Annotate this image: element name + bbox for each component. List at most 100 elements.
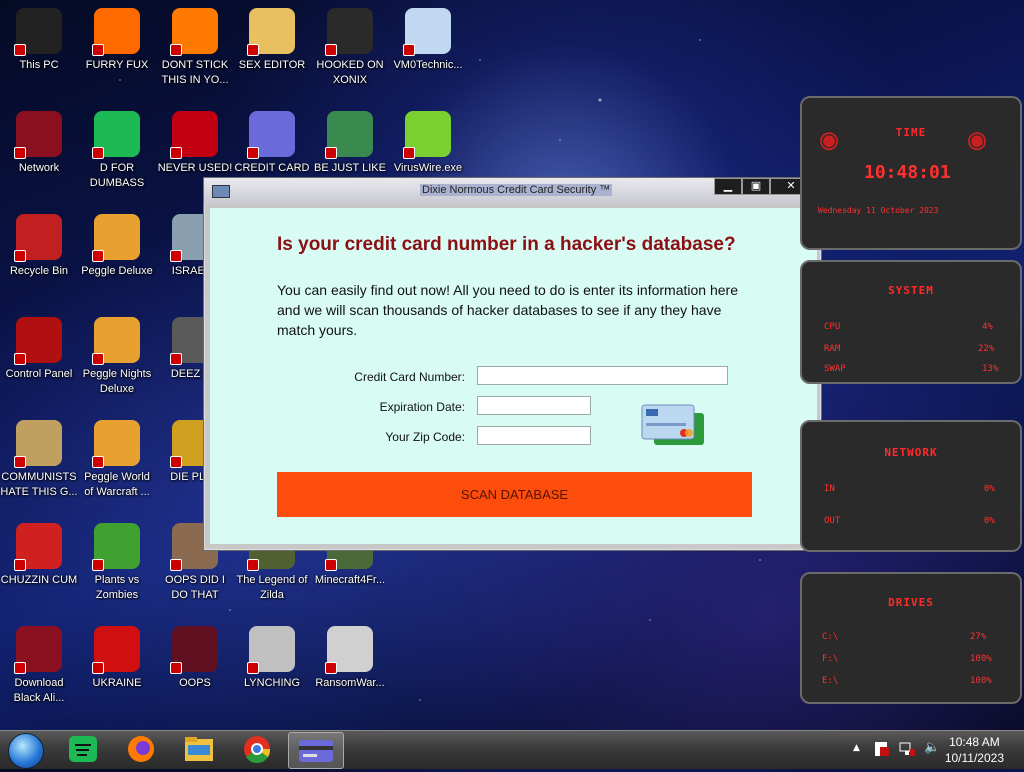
cpu-label: CPU xyxy=(824,322,841,332)
window-title: Dixie Normous Credit Card Security ™ xyxy=(420,184,613,196)
shortcut-shield-icon xyxy=(247,662,259,674)
desktop-icon[interactable]: Network xyxy=(0,111,78,176)
desktop-icon-label: VM0Technic... xyxy=(393,59,463,71)
desktop-icon-label: D FOR DUMBASS xyxy=(89,162,145,189)
desktop-icon[interactable]: FURRY FUX xyxy=(78,8,156,73)
clock-time: 10:48 AM xyxy=(949,735,1000,749)
shortcut-shield-icon xyxy=(170,44,182,56)
desktop-icon[interactable]: Peggle World of Warcraft ... xyxy=(78,420,156,500)
maximize-button[interactable]: ▣ xyxy=(742,178,770,195)
desktop-icon[interactable]: DONT STICK THIS IN YO... xyxy=(156,8,234,88)
shortcut-shield-icon xyxy=(325,662,337,674)
credit-card-security-window: Dixie Normous Credit Card Security ™ ▁ ▣… xyxy=(203,177,822,551)
desktop-icon[interactable]: LYNCHING xyxy=(233,626,311,691)
desktop-icon[interactable]: Download Black Ali... xyxy=(0,626,78,706)
time-display: 10:48:01 xyxy=(864,162,951,183)
desktop-icon-label: FURRY FUX xyxy=(85,59,149,71)
drive-usage-value: 27% xyxy=(970,632,987,642)
desktop-icon-label: OOPS xyxy=(179,677,211,689)
shortcut-shield-icon xyxy=(403,147,415,159)
chrome-taskbar-icon[interactable] xyxy=(240,733,274,765)
desktop-icon[interactable]: RansomWar... xyxy=(311,626,389,691)
desktop-icon[interactable]: CHUZZIN CUM xyxy=(0,523,78,588)
clock-date: 10/11/2023 xyxy=(944,751,1004,765)
desktop-icon-label: Peggle Nights Deluxe xyxy=(82,368,152,395)
desktop-icon-label: UKRAINE xyxy=(92,677,142,689)
shortcut-shield-icon xyxy=(14,147,26,159)
shortcut-shield-icon xyxy=(247,559,259,571)
window-content: Is your credit card number in a hacker's… xyxy=(210,208,817,544)
app-icon xyxy=(170,8,218,56)
expiration-date-label: Expiration Date: xyxy=(379,400,465,414)
app-icon xyxy=(92,626,140,674)
security-tray-icon[interactable] xyxy=(874,741,890,760)
desktop-icon[interactable]: HOOKED ON XONIX xyxy=(311,8,389,88)
app-icon xyxy=(14,8,62,56)
spotify-taskbar-icon[interactable] xyxy=(66,733,100,765)
expiration-date-input[interactable] xyxy=(477,396,591,415)
time-panel: ◉ ◉ TIME 10:48:01 Wednesday 11 October 2… xyxy=(800,96,1022,250)
taskbar: ▲ 🔈 10:48 AM 10/11/2023 xyxy=(0,730,1024,769)
app-icon xyxy=(14,420,62,468)
desktop-icon[interactable]: OOPS xyxy=(156,626,234,691)
shortcut-shield-icon xyxy=(92,250,104,262)
desktop-icon[interactable]: NEVER USED! xyxy=(156,111,234,176)
taskbar-clock[interactable]: 10:48 AM 10/11/2023 xyxy=(945,734,1004,766)
desktop-icon[interactable]: VM0Technic... xyxy=(389,8,467,73)
firefox-taskbar-icon[interactable] xyxy=(124,733,158,765)
ram-label: RAM xyxy=(824,344,841,354)
credit-card-checker-taskbar-button[interactable] xyxy=(288,732,344,769)
app-icon xyxy=(212,185,230,198)
window-titlebar[interactable]: Dixie Normous Credit Card Security ™ ▁ ▣… xyxy=(204,178,821,204)
desktop-icon[interactable]: VirusWire.exe xyxy=(389,111,467,176)
shortcut-shield-icon xyxy=(14,250,26,262)
app-icon xyxy=(247,626,295,674)
app-icon xyxy=(403,8,451,56)
desktop-icon[interactable]: Recycle Bin xyxy=(0,214,78,279)
show-hidden-icons-button[interactable]: ▲ xyxy=(853,743,860,753)
desktop-icon-label: OOPS DID I DO THAT xyxy=(165,574,225,601)
app-icon xyxy=(92,111,140,159)
page-description: You can easily find out now! All you nee… xyxy=(277,282,738,338)
desktop-icon-label: Network xyxy=(18,162,60,174)
drive-name: F:\ xyxy=(822,654,839,664)
desktop-icon[interactable]: Peggle Deluxe xyxy=(78,214,156,279)
date-display: Wednesday 11 October 2023 xyxy=(818,206,939,215)
shortcut-shield-icon xyxy=(14,559,26,571)
app-icon xyxy=(92,8,140,56)
network-in-value: 0% xyxy=(984,484,995,494)
swap-value: 13% xyxy=(982,364,999,374)
desktop-icon[interactable]: This PC xyxy=(0,8,78,73)
desktop-icon[interactable]: SEX EDITOR xyxy=(233,8,311,73)
shortcut-shield-icon xyxy=(92,456,104,468)
shortcut-shield-icon xyxy=(325,44,337,56)
time-title: TIME xyxy=(895,126,927,139)
zip-code-input[interactable] xyxy=(477,426,591,445)
minimize-button[interactable]: ▁ xyxy=(714,178,742,195)
card-number-input[interactable] xyxy=(477,366,728,385)
desktop-icon[interactable]: Plants vs Zombies xyxy=(78,523,156,603)
app-icon xyxy=(92,214,140,262)
network-tray-icon[interactable] xyxy=(898,741,916,760)
desktop-icon[interactable]: UKRAINE xyxy=(78,626,156,691)
desktop-icon-label: Recycle Bin xyxy=(9,265,69,277)
app-icon xyxy=(92,523,140,571)
shortcut-shield-icon xyxy=(325,147,337,159)
desktop-icon[interactable]: Peggle Nights Deluxe xyxy=(78,317,156,397)
drives-title: DRIVES xyxy=(888,596,934,609)
shortcut-shield-icon xyxy=(14,662,26,674)
scan-database-button[interactable]: SCAN DATABASE xyxy=(277,472,752,517)
app-icon xyxy=(403,111,451,159)
desktop-icon[interactable]: COMMUNISTS HATE THIS G... xyxy=(0,420,78,500)
desktop-icon[interactable]: Control Panel xyxy=(0,317,78,382)
file-explorer-taskbar-icon[interactable] xyxy=(182,733,216,765)
desktop-icon-label: Control Panel xyxy=(5,368,73,380)
desktop-icon-label: The Legend of Zilda xyxy=(236,574,308,601)
drive-usage-value: 100% xyxy=(970,654,992,664)
desktop-icon[interactable]: D FOR DUMBASS xyxy=(78,111,156,191)
app-icon xyxy=(14,626,62,674)
ram-value: 22% xyxy=(978,344,995,354)
volume-tray-icon[interactable]: 🔈 xyxy=(924,740,940,755)
app-icon xyxy=(247,111,295,159)
start-button[interactable] xyxy=(8,733,44,769)
